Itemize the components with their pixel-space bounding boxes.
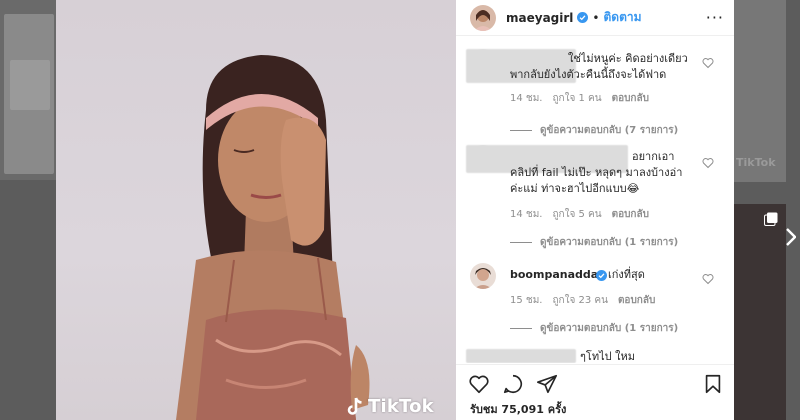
comment-username[interactable]: boompanadda [510,268,598,281]
verified-badge-icon [577,12,589,23]
video-frame-person [176,55,370,420]
comment-icon[interactable] [502,373,524,395]
comment-item: ๆโทไป ใหม [456,349,734,363]
reply-button[interactable]: ตอบกลับ [618,293,655,308]
next-arrow-icon[interactable] [786,228,797,249]
tiktok-watermark-text: TikTok [368,396,434,417]
comment-time: 14 ชม. [510,93,543,104]
heart-icon[interactable] [702,273,714,285]
comment-time: 15 ชม. [510,295,543,306]
divider-line [510,242,532,243]
verified-badge-icon [596,270,607,281]
background-floor [0,180,56,420]
comment-time: 14 ชม. [510,209,543,220]
background-right: TikTok [734,0,800,420]
post-actions [456,364,734,400]
tiktok-logo-icon [347,397,362,415]
tiktok-watermark: TikTok [346,396,434,417]
comment-text: ๆโทไป ใหม [580,350,635,363]
follow-button[interactable]: ติดตาม [603,8,641,27]
share-icon[interactable] [536,373,558,395]
avatar[interactable] [470,4,496,31]
heart-icon[interactable] [468,373,490,395]
comment-text-line: คลิปที่ fail ไม่เป๊ะ หลุดๆ มาลงบ้างอ่า [510,166,683,179]
comment-likes[interactable]: ถูกใจ 23 คน [552,293,607,308]
comment-item: ใช่ไม่หนูค่ะ คิดอย่างเดียว พากลับยังไงตั… [456,45,734,155]
post-video[interactable]: TikTok [56,0,456,420]
heart-icon[interactable] [702,57,714,69]
divider-line [510,328,532,329]
bookmark-icon[interactable] [702,373,724,395]
background-tile-top: TikTok [734,0,786,182]
more-options-icon[interactable]: ··· [706,8,724,27]
gallery-icon [764,212,778,226]
comment-likes[interactable]: ถูกใจ 1 คน [552,91,601,106]
view-replies-label: ดูข้อความตอบกลับ (1 รายการ) [540,237,679,248]
reply-button[interactable]: ตอบกลับ [612,91,649,106]
comment-body: เก่งที่สุด [608,268,645,281]
post-header: maeyagirl • ติดตาม ··· [456,0,734,36]
comment-meta: 15 ชม. ถูกใจ 23 คน ตอบกลับ [510,293,655,308]
comment-item: boompanadda เก่งที่สุด 15 ชม. ถูกใจ 23 ค… [456,263,734,343]
background-watermark: TikTok [736,156,776,169]
background-left [0,0,56,420]
background-tile-bottom [734,204,786,420]
post-panel: maeyagirl • ติดตาม ··· ใช่ไม่หนูค่ะ คิดอ… [456,0,734,420]
comment-likes[interactable]: ถูกใจ 5 คน [552,207,601,222]
view-count[interactable]: รับชม 75,091 ครั้ง [470,400,566,418]
comment-item: อยากเอา คลิปที่ fail ไม่เป๊ะ หลุดๆ มาลงบ… [456,145,734,255]
comment-text-line: พากลับยังไงตัวะคืนนี้ถึงจะได้ฟาด [510,68,667,81]
heart-icon[interactable] [702,157,714,169]
separator-dot: • [592,10,600,25]
comment-meta: 14 ชม. ถูกใจ 5 คน ตอบกลับ [510,207,649,222]
view-replies-button[interactable]: ดูข้อความตอบกลับ (1 รายการ) [510,235,678,250]
view-replies-label: ดูข้อความตอบกลับ (1 รายการ) [540,323,679,334]
post-username[interactable]: maeyagirl [506,11,573,25]
comments-list: ใช่ไม่หนูค่ะ คิดอย่างเดียว พากลับยังไงตั… [456,37,734,363]
reply-button[interactable]: ตอบกลับ [612,207,649,222]
comment-avatar[interactable] [470,263,496,289]
view-replies-button[interactable]: ดูข้อความตอบกลับ (1 รายการ) [510,321,678,336]
comment-text: boompanadda [510,267,603,283]
view-replies-button[interactable]: ดูข้อความตอบกลับ (7 รายการ) [510,123,678,138]
comment-meta: 14 ชม. ถูกใจ 1 คน ตอบกลับ [510,91,649,106]
comment-text: อยากเอา [632,150,675,163]
view-replies-label: ดูข้อความตอบกลับ (7 รายการ) [540,125,679,136]
comment-text-line: ค่ะแม่ ท่าจะฮาไปอีกแบบ😂 [510,182,640,195]
comment-text: ใช่ไม่หนูค่ะ คิดอย่างเดียว [568,52,688,65]
redacted-username [466,349,576,363]
background-shape [10,60,50,110]
divider-line [510,130,532,131]
